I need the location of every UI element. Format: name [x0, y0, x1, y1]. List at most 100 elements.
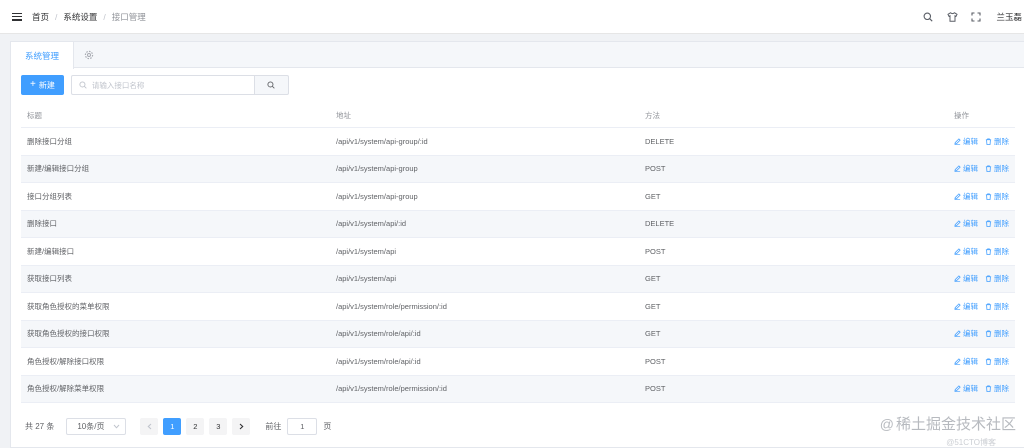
cell-title: 角色授权/解除菜单权限	[27, 384, 105, 394]
delete-button[interactable]: 删除	[985, 218, 1009, 229]
goto-page-input[interactable]	[287, 418, 318, 435]
edit-icon	[954, 303, 961, 310]
cell-path: /api/v1/system/api	[336, 246, 397, 256]
page-size-select[interactable]: 10条/页	[66, 418, 127, 435]
cell-actions: 编辑 删除	[948, 273, 1015, 284]
delete-button[interactable]: 删除	[985, 191, 1009, 202]
edit-button[interactable]: 编辑	[954, 218, 978, 229]
delete-label: 删除	[994, 246, 1009, 256]
column-header-path: 地址	[336, 111, 351, 120]
cell-actions: 编辑 删除	[948, 383, 1015, 394]
delete-label: 删除	[994, 274, 1009, 284]
edit-button[interactable]: 编辑	[954, 163, 978, 174]
cell-title: 角色授权/解除接口权限	[27, 356, 105, 366]
edit-icon	[954, 248, 961, 255]
page-button-1[interactable]: 1	[163, 418, 182, 435]
cell-method: POST	[645, 246, 666, 256]
trash-icon	[985, 385, 992, 393]
table-row: 删除接口/api/v1/system/api/:id DELETE 编辑 删除	[21, 210, 1015, 238]
cell-title: 删除接口分组	[27, 136, 72, 146]
edit-button[interactable]: 编辑	[954, 328, 978, 339]
table-row: 角色授权/解除接口权限/api/v1/system/role/api/:id PO…	[21, 348, 1015, 376]
chevron-right-icon	[239, 423, 244, 430]
pagination-total: 共 27 条	[25, 422, 55, 431]
new-button[interactable]: + 新建	[21, 75, 64, 95]
next-page-button[interactable]	[232, 418, 251, 435]
delete-button[interactable]: 删除	[985, 273, 1009, 284]
edit-label: 编辑	[963, 164, 978, 174]
delete-label: 删除	[994, 356, 1009, 366]
cell-path: /api/v1/system/api-group	[336, 164, 418, 174]
search-input[interactable]	[91, 80, 242, 90]
cell-actions: 编辑 删除	[948, 328, 1015, 339]
table-row: 角色授权/解除菜单权限/api/v1/system/role/permissio…	[21, 375, 1015, 403]
delete-label: 删除	[994, 384, 1009, 394]
user-menu[interactable]: 兰玉磊	[996, 11, 1022, 23]
cell-method: GET	[645, 191, 661, 201]
delete-button[interactable]: 删除	[985, 301, 1009, 312]
edit-label: 编辑	[963, 246, 978, 256]
top-navbar: 首页 / 系统设置 / 接口管理 兰玉磊	[0, 0, 1024, 34]
cell-actions: 编辑 删除	[948, 136, 1015, 147]
tab-system-management[interactable]: 系统管理	[11, 42, 75, 69]
tshirt-icon[interactable]	[940, 0, 964, 34]
edit-button[interactable]: 编辑	[954, 356, 978, 367]
page-button-3[interactable]: 3	[209, 418, 228, 435]
delete-label: 删除	[994, 164, 1009, 174]
cell-title: 获取接口列表	[27, 274, 72, 284]
delete-button[interactable]: 删除	[985, 383, 1009, 394]
trash-icon	[985, 303, 992, 310]
cell-path: /api/v1/system/role/api/:id	[336, 329, 421, 339]
delete-label: 删除	[994, 301, 1009, 311]
new-button-label: 新建	[38, 80, 55, 90]
delete-label: 删除	[994, 219, 1009, 229]
delete-button[interactable]: 删除	[985, 163, 1009, 174]
edit-label: 编辑	[963, 219, 978, 229]
hamburger-menu-icon[interactable]	[12, 12, 22, 21]
cell-method: GET	[645, 274, 661, 284]
edit-icon	[954, 358, 961, 365]
main-card: 系统管理 + 新建 标题 地址 方法 操作 删除接口分组/api/v1/syst…	[10, 41, 1024, 448]
edit-button[interactable]: 编辑	[954, 383, 978, 394]
table-row: 接口分组列表/api/v1/system/api-group GET 编辑 删除	[21, 183, 1015, 211]
edit-icon	[954, 165, 961, 173]
trash-icon	[985, 165, 992, 173]
edit-icon	[954, 193, 961, 200]
edit-button[interactable]: 编辑	[954, 301, 978, 312]
edit-button[interactable]: 编辑	[954, 273, 978, 284]
breadcrumb-home[interactable]: 首页	[32, 11, 49, 23]
edit-label: 编辑	[963, 274, 978, 284]
delete-button[interactable]: 删除	[985, 136, 1009, 147]
goto-label: 前往	[265, 422, 282, 431]
chevron-left-icon	[147, 423, 152, 430]
trash-icon	[985, 138, 992, 145]
trash-icon	[985, 275, 992, 283]
breadcrumb-system-settings[interactable]: 系统设置	[63, 11, 97, 23]
prev-page-button[interactable]	[140, 418, 159, 435]
search-field[interactable]	[70, 75, 255, 95]
toolbar: + 新建	[21, 75, 289, 95]
cell-path: /api/v1/system/role/permission/:id	[336, 384, 447, 394]
edit-button[interactable]: 编辑	[954, 136, 978, 147]
search-icon[interactable]	[916, 0, 940, 34]
cell-actions: 编辑 删除	[948, 246, 1015, 257]
delete-button[interactable]: 删除	[985, 356, 1009, 367]
delete-button[interactable]: 删除	[985, 328, 1009, 339]
column-header-method: 方法	[645, 111, 660, 120]
fullscreen-icon[interactable]	[964, 0, 988, 34]
search-button[interactable]	[254, 75, 289, 95]
breadcrumb-separator: /	[55, 11, 58, 22]
column-header-actions: 操作	[954, 111, 969, 120]
edit-button[interactable]: 编辑	[954, 191, 978, 202]
table-body: 删除接口分组/api/v1/system/api-group/:id DELETE…	[21, 128, 1015, 403]
trash-icon	[985, 220, 992, 228]
delete-label: 删除	[994, 329, 1009, 339]
delete-button[interactable]: 删除	[985, 246, 1009, 257]
page-button-2[interactable]: 2	[186, 418, 205, 435]
edit-button[interactable]: 编辑	[954, 246, 978, 257]
edit-icon	[954, 275, 961, 283]
tab-settings[interactable]	[74, 42, 104, 68]
cell-title: 获取角色授权的菜单权限	[27, 301, 110, 311]
table-row: 新建/编辑接口/api/v1/system/api POST 编辑 删除	[21, 238, 1015, 266]
search-icon	[79, 81, 87, 89]
